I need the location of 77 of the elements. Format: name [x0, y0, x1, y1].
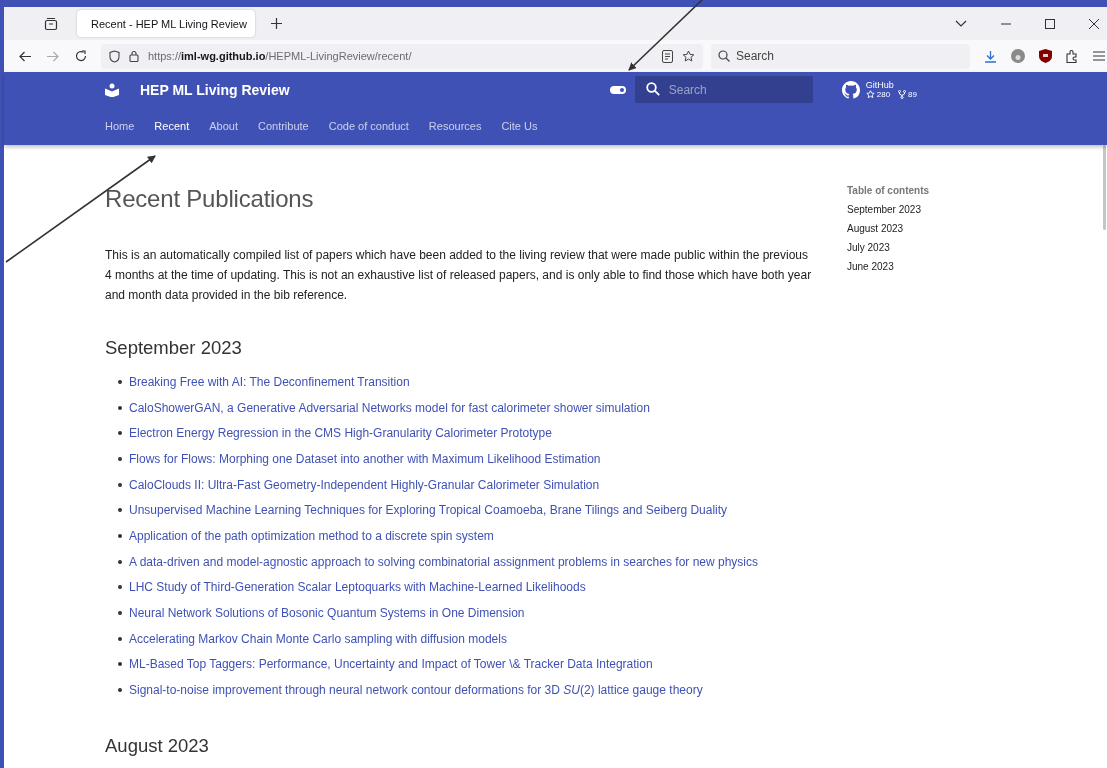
fork-count: 89 [908, 90, 917, 99]
nav-link[interactable]: Recent [154, 120, 190, 132]
nav-link[interactable]: Home [105, 120, 135, 132]
page-heading: Recent Publications [105, 185, 315, 213]
maximize-icon[interactable] [1045, 18, 1055, 29]
bullet [118, 405, 122, 410]
reload-icon[interactable] [75, 50, 87, 62]
paper-link[interactable]: Breaking Free with AI: The Deconfinement Transition [129, 374, 410, 389]
bullet [118, 482, 122, 487]
browser-tab[interactable]: Recent - HEP ML Living Review [77, 10, 255, 37]
site-title[interactable]: HEP ML Living Review [140, 81, 290, 98]
nav-link[interactable]: About [209, 120, 238, 132]
github-icon[interactable] [841, 80, 860, 99]
bullet [118, 636, 122, 641]
tab-list-icon[interactable] [44, 16, 58, 31]
shield-extension-icon[interactable] [1039, 49, 1052, 63]
star-icon[interactable] [682, 49, 695, 63]
paper-link[interactable]: Electron Energy Regression in the CMS High-Granularity Calorimeter Prototype [129, 426, 552, 441]
bullet [118, 585, 122, 590]
account-icon[interactable] [1011, 49, 1025, 63]
shield-icon [109, 49, 120, 63]
paper-link[interactable]: CaloClouds II: Ultra-Fast Geometry-Independent Highly-Granular Calorimeter Simulation [129, 477, 600, 492]
nav-link[interactable]: Code of conduct [328, 120, 409, 132]
theme-toggle[interactable] [609, 85, 626, 94]
reader-view-icon[interactable] [662, 49, 673, 63]
paper-link[interactable]: ML-Based Top Taggers: Performance, Uncertainty and Impact of Tower \& Tracker Data Integration [129, 657, 653, 672]
toc-link[interactable]: June 2023 [847, 261, 930, 272]
search-field[interactable]: Search [634, 76, 813, 103]
nav-link[interactable]: Contribute [257, 120, 309, 132]
lock-icon [129, 50, 139, 62]
forward-icon [47, 50, 59, 62]
star-count: 280 [876, 90, 891, 99]
section-heading: August 2023 [105, 734, 210, 757]
bullet [118, 508, 122, 513]
bullet [118, 611, 122, 616]
paper-link[interactable]: Accelerating Markov Chain Monte Carlo sampling with diffusion models [129, 631, 507, 646]
nav-link[interactable]: Resources [428, 120, 482, 132]
bullet [118, 379, 122, 384]
paper-link[interactable]: Signal-to-noise improvement through neural network contour deformations for 3D SU(2) lattice gauge theory [129, 683, 703, 698]
bullet [118, 533, 122, 538]
star-icon [865, 90, 875, 99]
bullet [118, 688, 122, 693]
bullet [118, 456, 122, 461]
paper-link[interactable]: LHC Study of Third-Generation Scalar Leptoquarks with Machine-Learned Likelihoods [129, 580, 586, 595]
paper-link[interactable]: Unsupervised Machine Learning Techniques for Exploring Tropical Coamoeba, Brane Tilings and Seiberg Duality [129, 503, 728, 518]
toc-title: Table of contents [847, 185, 930, 196]
book-icon[interactable] [105, 82, 119, 97]
search-icon [718, 49, 730, 62]
fork-icon [898, 90, 907, 99]
address-bar[interactable]: https://iml-wg.github.io/HEPML-LivingReview/recent/ [101, 43, 703, 69]
search-field[interactable]: Search [711, 43, 970, 69]
close-icon[interactable] [1089, 18, 1099, 29]
bullet [118, 662, 122, 667]
menu-icon[interactable] [1093, 51, 1105, 61]
bullet [118, 559, 122, 564]
paper-link[interactable]: Neural Network Solutions of Bosonic Quantum Systems in One Dimension [129, 606, 525, 621]
scrollbar-thumb[interactable] [1103, 145, 1106, 230]
paper-link[interactable]: CaloShowerGAN, a Generative Adversarial Networks model for fast calorimeter shower simulation [129, 400, 650, 415]
new-tab-icon[interactable] [271, 18, 282, 29]
toc-link[interactable]: September 2023 [847, 204, 930, 215]
url-text: https://iml-wg.github.io/HEPML-LivingReview/recent/ [148, 50, 412, 62]
back-icon[interactable] [19, 50, 31, 62]
puzzle-icon[interactable] [1066, 49, 1079, 63]
repo-link[interactable]: GitHub [865, 80, 917, 90]
nav-link[interactable]: Cite Us [501, 120, 538, 132]
toc-link[interactable]: July 2023 [847, 242, 930, 253]
download-icon[interactable] [984, 49, 997, 63]
toc-link[interactable]: August 2023 [847, 223, 930, 234]
paper-link[interactable]: A data-driven and model-agnostic approach to solving combinatorial assignment problems in searches for new physics [129, 554, 758, 569]
paper-link[interactable]: Flows for Flows: Morphing one Dataset into another with Maximum Likelihood Estimation [129, 451, 601, 466]
paper-link[interactable]: Application of the path optimization method to a discrete spin system [129, 528, 494, 543]
bullet [118, 431, 122, 436]
section-heading: September 2023 [105, 337, 243, 359]
intro-paragraph: This is an automatically compiled list of papers which have been added to the living review that were made public within the previous 4 months at the time of updating. This is not an exhaustive list of released papers, and is only able to find those which have both year and month data provided in the bib reference. [105, 247, 813, 304]
search-icon [645, 82, 660, 96]
chevron-down-icon[interactable] [955, 20, 967, 27]
tab-title: Recent - HEP ML Living Review [91, 17, 247, 30]
